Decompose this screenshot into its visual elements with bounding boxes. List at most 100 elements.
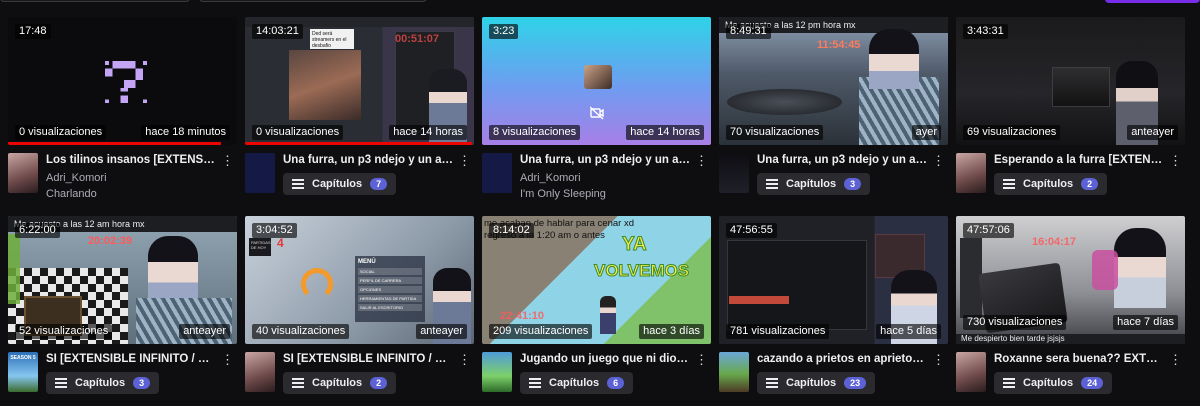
video-thumbnail[interactable]: Me acuesto a las 12 am hora mx 20:02:39 … [8,216,237,344]
views-badge: 40 visualizaciones [252,324,350,339]
video-title[interactable]: Jugando un juego que ni dios conoce [520,353,690,365]
video-card[interactable]: 47:56:55 781 visualizaciones hace 5 días… [719,216,948,394]
category-name[interactable]: I'm Only Sleeping [520,188,606,200]
avatar[interactable] [956,352,986,392]
video-card[interactable]: Me acuesto a las 12 am hora mx 20:02:39 … [8,216,237,394]
video-title[interactable]: Una furra, un p3 ndejo y un amante [283,154,453,166]
more-vertical-icon[interactable]: ⋮ [932,153,945,169]
category-box-art[interactable] [719,153,749,193]
sort-select[interactable] [199,0,427,2]
category-box-art[interactable] [482,352,512,392]
chapters-button[interactable]: Capítulos 3 [46,372,160,394]
category-box-art[interactable]: SEASON 5 [8,352,38,392]
list-icon [529,378,541,388]
video-title[interactable]: SI [EXTENSIBLE INFINITO / Dia 3] [46,353,216,365]
views-badge: 0 visualizaciones [252,125,344,140]
chapters-count: 2 [1081,178,1099,190]
list-icon [1003,179,1015,189]
more-vertical-icon[interactable]: ⋮ [1169,352,1182,368]
video-card[interactable]: 3:43:31 69 visualizaciones anteayer Espe… [956,17,1185,195]
more-vertical-icon[interactable]: ⋮ [695,153,708,169]
video-card[interactable]: 17:48 0 visualizaciones hace 18 minutos … [8,17,237,200]
more-vertical-icon[interactable]: ⋮ [458,352,471,368]
video-card[interactable]: 3:23 8 visualizaciones hace 14 horas Una… [482,17,711,200]
category-name[interactable]: Charlando [46,188,97,200]
album-art [584,65,612,89]
game-menu: MENÚ SOCIAL PERFIL DE CARRERA OPCIONES H… [355,256,425,322]
video-title[interactable]: Esperando a la furra [EXTENSIBLE] [994,154,1164,166]
views-badge: 69 visualizaciones [963,125,1061,140]
duration-badge: 47:57:06 [963,223,1014,238]
match-score: 4 [277,236,284,250]
filter-select[interactable] [0,0,190,2]
video-meta: SI [EXTENSIBLE INFINITO / Dia 2] ⋮ Capít… [245,352,474,397]
video-thumbnail[interactable]: Me acuesto a las 12 pm hora mx 11:54:45 … [719,17,948,145]
chapters-button[interactable]: Capítulos 2 [994,173,1108,195]
more-vertical-icon[interactable]: ⋮ [1169,153,1182,169]
menu-title: MENÚ [358,259,376,265]
more-vertical-icon[interactable]: ⋮ [458,153,471,169]
stream-title-box: Ded será streamers en el desbafio minecr… [310,29,354,49]
duration-badge: 6:22:00 [15,223,60,238]
views-badge: 781 visualizaciones [726,324,830,339]
video-title[interactable]: Una furra, un p3 ndejo y un amante [757,154,927,166]
stream-clock: 20:02:39 [88,235,133,247]
video-thumbnail[interactable]: Ded será streamers en el desbafio minecr… [245,17,474,145]
category-box-art[interactable] [719,352,749,392]
menu-item: HERRAMIENTAS DE PARTIDA [358,295,422,302]
chapters-count: 2 [370,377,388,389]
video-thumbnail[interactable]: 16:04:17 Me despierto bien tarde jsjsjs … [956,216,1185,344]
channel-name[interactable]: Adri_Komori [46,172,107,184]
more-vertical-icon[interactable]: ⋮ [695,352,708,368]
avatar[interactable] [956,153,986,193]
video-card[interactable]: Ded será streamers en el desbafio minecr… [245,17,474,195]
avatar[interactable] [245,352,275,392]
video-title[interactable]: Una furra, un p3 ndejo y un amante [520,154,690,166]
video-card[interactable]: 16:04:17 Me despierto bien tarde jsjsjs … [956,216,1185,394]
video-thumbnail[interactable]: 47:56:55 781 visualizaciones hace 5 días [719,216,948,344]
chapters-button[interactable]: Capítulos 6 [520,372,634,394]
video-title[interactable]: SI [EXTENSIBLE INFINITO / Dia 2] [283,353,453,365]
more-vertical-icon[interactable]: ⋮ [932,352,945,368]
stream-clock: 11:54:45 [817,39,861,51]
video-title[interactable]: cazando a prietos en aprietos EXTENSIBLE [757,353,927,365]
video-thumbnail[interactable]: 3:43:31 69 visualizaciones anteayer [956,17,1185,145]
video-meta: SEASON 5 SI [EXTENSIBLE INFINITO / Dia 3… [8,352,237,397]
date-badge: anteayer [179,324,230,339]
menu-item: PERFIL DE CARRERA [358,277,422,284]
category-box-art[interactable] [482,153,512,193]
chapters-button[interactable]: Capítulos 7 [283,173,397,195]
more-vertical-icon[interactable]: ⋮ [221,352,234,368]
chapters-label: Capítulos [312,377,363,389]
match-counter: PARTIDAS DE HOY [249,238,271,256]
more-vertical-icon[interactable]: ⋮ [221,153,234,169]
overwatch-logo [301,268,333,300]
chapters-button[interactable]: Capítulos 24 [994,372,1113,394]
chapters-button[interactable]: Capítulos 2 [283,372,397,394]
menu-item: OPCIONES [358,286,422,293]
stream-caption: Me despierto bien tarde jsjsjs [956,334,1185,344]
video-thumbnail[interactable]: 3:23 8 visualizaciones hace 14 horas [482,17,711,145]
chapters-button[interactable]: Capítulos 3 [757,173,871,195]
chapters-label: Capítulos [75,377,126,389]
avatar[interactable] [8,153,38,193]
video-title[interactable]: Los tilinos insanos [EXTENSIBLE INFINITO… [46,154,216,166]
chapters-label: Capítulos [1023,178,1074,190]
video-title[interactable]: Roxanne sera buena?? EXTENSIBLE [994,353,1164,365]
chapters-count: 3 [844,178,862,190]
chapters-count: 3 [133,377,151,389]
channel-name[interactable]: Adri_Komori [520,172,581,184]
video-card[interactable]: me acaban de hablar para cenar xd regres… [482,216,711,394]
video-meta: Esperando a la furra [EXTENSIBLE] ⋮ Capí… [956,153,1185,198]
video-thumbnail[interactable]: me acaban de hablar para cenar xd regres… [482,216,711,344]
video-card[interactable]: Me acuesto a las 12 pm hora mx 11:54:45 … [719,17,948,195]
date-badge: hace 3 días [639,324,704,339]
video-thumbnail[interactable]: 17:48 0 visualizaciones hace 18 minutos [8,17,237,145]
date-badge: ayer [911,125,941,140]
category-box-art[interactable] [245,153,275,193]
video-card[interactable]: PARTIDAS DE HOY 4 MENÚ SOCIAL PERFIL DE … [245,216,474,394]
chapters-button[interactable]: Capítulos 23 [757,372,876,394]
accent-button[interactable] [1105,0,1200,3]
video-thumbnail[interactable]: PARTIDAS DE HOY 4 MENÚ SOCIAL PERFIL DE … [245,216,474,344]
video-meta: Los tilinos insanos [EXTENSIBLE INFINITO… [8,153,237,200]
